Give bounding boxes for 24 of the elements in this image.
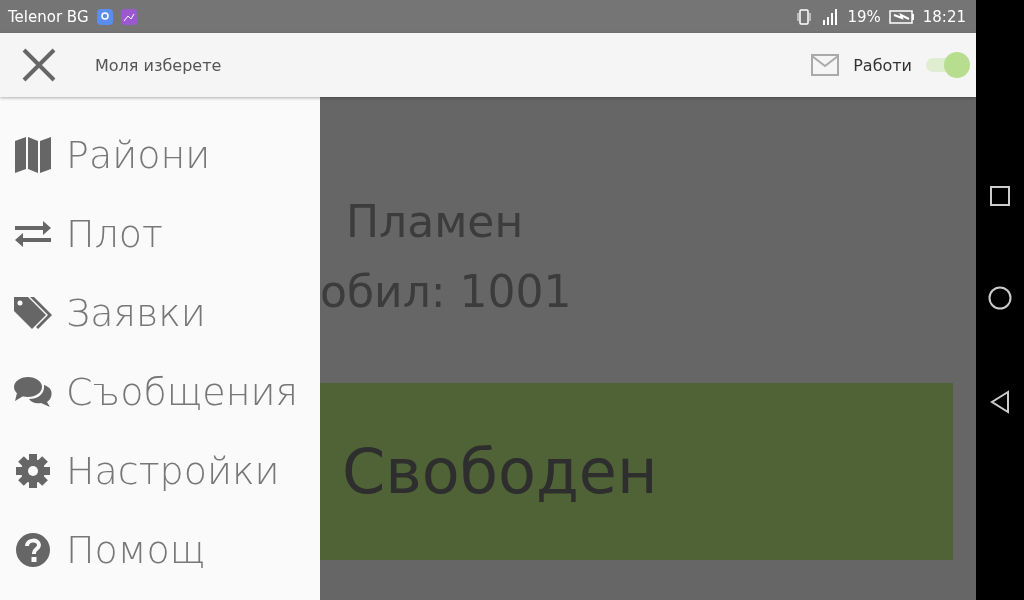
drawer-item[interactable]: Помощ bbox=[0, 510, 320, 589]
gear-icon bbox=[15, 452, 51, 489]
help-icon bbox=[15, 531, 51, 568]
map-icon bbox=[13, 134, 53, 175]
work-label: Работи bbox=[853, 55, 912, 75]
tags-icon bbox=[12, 294, 54, 331]
drawer-item[interactable]: Заявки bbox=[0, 273, 320, 352]
close-button[interactable] bbox=[20, 46, 58, 84]
drawer-item[interactable]: Съобщения bbox=[0, 352, 320, 431]
battery-percent: 19% bbox=[847, 7, 881, 26]
drawer-item[interactable]: Райони bbox=[0, 115, 320, 194]
screen-title: Моля изберете bbox=[95, 55, 222, 75]
back-icon[interactable] bbox=[990, 390, 1010, 414]
clock-time: 18:21 bbox=[922, 7, 966, 26]
recent-apps-icon[interactable] bbox=[990, 186, 1010, 206]
location-icon bbox=[96, 8, 113, 25]
battery-charging-icon bbox=[888, 9, 915, 24]
home-icon[interactable] bbox=[988, 286, 1012, 310]
drawer-item[interactable]: Плот bbox=[0, 194, 320, 273]
chat-bubbles-icon bbox=[13, 374, 53, 409]
image-icon bbox=[120, 8, 137, 25]
vibrate-icon bbox=[797, 8, 812, 25]
drawer-item[interactable]: Настройки bbox=[0, 431, 320, 510]
carrier-name: Telenor BG bbox=[8, 7, 89, 26]
